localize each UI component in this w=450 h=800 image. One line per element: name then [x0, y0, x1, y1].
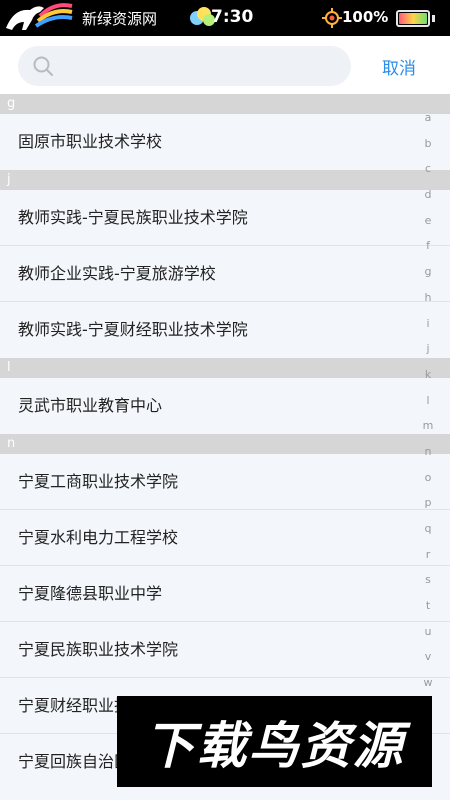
battery-fill — [399, 13, 427, 24]
alpha-index-letter[interactable]: i — [422, 311, 434, 337]
status-bar: 新绿资源网 7:30 100% — [0, 0, 450, 36]
watermark-overlay: 下载鸟资源 — [117, 696, 432, 787]
carrier-name: 新绿资源网 — [82, 10, 158, 28]
alpha-index-letter[interactable]: f — [422, 233, 434, 259]
search-input[interactable] — [62, 51, 342, 81]
section-header-g: g — [0, 94, 450, 114]
battery-tip — [432, 15, 435, 22]
alpha-index-letter[interactable]: q — [422, 516, 434, 542]
section-header-n: n — [0, 434, 450, 454]
status-time: 7:30 — [211, 7, 254, 27]
alpha-index-letter[interactable]: c — [422, 156, 434, 182]
alpha-index-letter[interactable]: e — [422, 208, 434, 234]
horse-logo-icon — [6, 3, 73, 30]
alpha-index-letter[interactable]: w — [422, 670, 434, 696]
alpha-index-letter[interactable]: u — [422, 619, 434, 645]
alpha-index-letter[interactable]: t — [422, 593, 434, 619]
alphabet-index[interactable]: abcdefghijklmnopqrstuvw — [422, 105, 434, 696]
alpha-index-letter[interactable]: j — [422, 336, 434, 362]
battery-percent: 100% — [342, 8, 389, 26]
battery-icon — [396, 10, 430, 27]
section-header-l: l — [0, 358, 450, 378]
alpha-index-letter[interactable]: r — [422, 542, 434, 568]
search-icon — [33, 56, 53, 76]
school-list: g 固原市职业技术学校 j 教师实践-宁夏民族职业技术学院 教师企业实践-宁夏旅游学校教… — [0, 94, 450, 790]
list-item[interactable]: 教师企业实践-宁夏旅游学校 — [0, 246, 450, 302]
list-item[interactable]: 灵武市职业教育中心 — [0, 378, 450, 434]
alpha-index-letter[interactable]: g — [422, 259, 434, 285]
list-item[interactable]: 宁夏民族职业技术学院 — [0, 622, 450, 678]
list-item[interactable]: 教师实践-宁夏民族职业技术学院 — [0, 190, 450, 246]
alpha-index-letter[interactable]: s — [422, 567, 434, 593]
cancel-button[interactable]: 取消 — [382, 54, 416, 79]
alpha-index-letter[interactable]: p — [422, 490, 434, 516]
alpha-index-letter[interactable]: h — [422, 285, 434, 311]
alpha-index-letter[interactable]: o — [422, 465, 434, 491]
search-header: 取消 — [0, 36, 450, 94]
alpha-index-letter[interactable]: v — [422, 644, 434, 670]
alpha-index-letter[interactable]: d — [422, 182, 434, 208]
alpha-index-letter[interactable]: m — [422, 413, 434, 439]
search-box[interactable] — [18, 46, 351, 86]
alpha-index-letter[interactable]: k — [422, 362, 434, 388]
section-header-j: j — [0, 170, 450, 190]
gps-icon — [322, 8, 342, 28]
list-item[interactable]: 宁夏工商职业技术学院 — [0, 454, 450, 510]
alpha-index-letter[interactable]: n — [422, 439, 434, 465]
list-item[interactable]: 宁夏隆德县职业中学 — [0, 566, 450, 622]
alpha-index-letter[interactable]: a — [422, 105, 434, 131]
list-item[interactable]: 教师实践-宁夏财经职业技术学院 — [0, 302, 450, 358]
watermark-text: 下载鸟资源 — [144, 716, 405, 775]
list-item[interactable]: 固原市职业技术学校 — [0, 114, 450, 170]
alpha-index-letter[interactable]: l — [422, 388, 434, 414]
list-item[interactable]: 宁夏水利电力工程学校 — [0, 510, 450, 566]
alpha-index-letter[interactable]: b — [422, 131, 434, 157]
